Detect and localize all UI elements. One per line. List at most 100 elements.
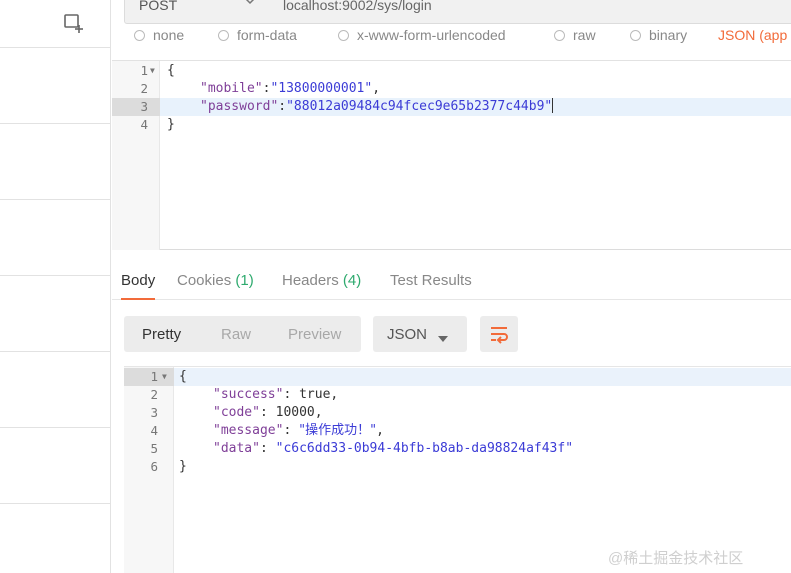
json-comma: , (372, 81, 381, 96)
json-sep: : (283, 387, 300, 402)
response-tabs: Body Cookies (1) Headers (4) Test Result… (112, 266, 791, 300)
fold-arrow-icon[interactable]: ▼ (150, 66, 155, 75)
active-line-highlight (174, 368, 791, 386)
caret-down-icon (437, 330, 449, 348)
line-number: 2 (150, 387, 158, 402)
body-type-raw[interactable]: raw (554, 27, 596, 43)
watermark: @稀土掘金技术社区 (608, 550, 744, 567)
json-sep: : (283, 423, 300, 438)
body-type-json[interactable]: JSON (app (718, 27, 787, 43)
sidebar-item[interactable] (0, 352, 110, 428)
body-type-none[interactable]: none (134, 27, 184, 43)
json-boolean: true (299, 387, 331, 402)
brace: } (179, 459, 187, 474)
radio-icon (338, 30, 349, 41)
sidebar-item[interactable] (0, 124, 110, 200)
pretty-button[interactable]: Pretty (142, 326, 181, 343)
view-mode-group: Pretty Raw Preview (124, 316, 361, 352)
line-number: 5 (150, 441, 158, 456)
json-comma: , (330, 387, 339, 402)
response-body-viewer[interactable]: 1 ▼ 2 3 4 5 6 { "success": true, "code":… (124, 366, 791, 573)
json-comma: , (314, 405, 323, 420)
json-string: "13800000001" (270, 81, 373, 96)
code-line: { (179, 368, 187, 386)
body-type-binary[interactable]: binary (630, 27, 687, 43)
json-key: "password" (200, 99, 279, 114)
body-type-form-data[interactable]: form-data (218, 27, 297, 43)
line-number: 3 (140, 99, 148, 114)
sidebar (0, 0, 111, 573)
wrap-lines-button[interactable] (480, 316, 518, 352)
code-line: } (179, 458, 187, 476)
tab-headers[interactable]: Headers (4) (282, 272, 361, 300)
json-comma: , (376, 423, 384, 438)
json-key: "code" (213, 405, 260, 420)
radio-icon (554, 30, 565, 41)
body-type-label: raw (573, 27, 596, 43)
sidebar-item[interactable] (0, 276, 110, 352)
line-number: 4 (140, 117, 148, 132)
format-label: JSON (387, 326, 428, 343)
json-sep: : (259, 405, 276, 420)
line-number: 4 (150, 423, 158, 438)
url-input[interactable]: localhost:9002/sys/login (269, 0, 791, 24)
json-string: "88012a09484c94fcec9e65b2377c44b9" (286, 99, 553, 114)
code-line: "data": "c6c6dd33-0b94-4bfb-b8ab-da98824… (213, 440, 573, 458)
raw-button[interactable]: Raw (221, 326, 251, 343)
code-line: "code": 10000, (213, 404, 323, 422)
json-string: "操作成功！" (299, 423, 377, 438)
chevron-down-icon (245, 0, 255, 11)
tab-label: Headers (282, 272, 339, 289)
body-type-urlencoded[interactable]: x-www-form-urlencoded (338, 27, 506, 43)
tab-cookies[interactable]: Cookies (1) (177, 272, 254, 300)
line-number: 1 (140, 63, 148, 78)
fold-arrow-icon[interactable]: ▼ (162, 372, 167, 381)
tab-body[interactable]: Body (121, 272, 156, 300)
new-tab-icon[interactable] (62, 12, 86, 34)
tab-label: Cookies (177, 272, 232, 289)
headers-count: (4) (342, 272, 362, 289)
tab-test-results[interactable]: Test Results (390, 272, 472, 300)
sidebar-item[interactable] (0, 200, 110, 276)
radio-icon (630, 30, 641, 41)
json-key: "data" (213, 441, 260, 456)
body-type-options: none form-data x-www-form-urlencoded raw… (112, 26, 791, 46)
sidebar-item[interactable] (0, 428, 110, 504)
json-key: "message" (213, 423, 284, 438)
radio-icon (134, 30, 145, 41)
body-type-label: x-www-form-urlencoded (357, 27, 506, 43)
body-type-label: none (153, 27, 185, 43)
line-number: 2 (140, 81, 148, 96)
line-number: 6 (150, 459, 158, 474)
line-number: 3 (150, 405, 158, 420)
body-type-label: form-data (237, 27, 297, 43)
code-line: "mobile":"13800000001", (200, 80, 380, 98)
format-select[interactable]: JSON (373, 316, 467, 352)
body-type-label: binary (649, 27, 688, 43)
json-sep: : (278, 99, 287, 114)
sidebar-item[interactable] (0, 504, 110, 573)
text-cursor (552, 98, 554, 113)
code-line: } (167, 116, 175, 134)
json-sep: : (259, 441, 276, 456)
cookies-count: (1) (235, 272, 254, 289)
request-body-editor[interactable]: 1 ▼ 2 3 4 { "mobile":"13800000001", "pas… (112, 60, 791, 250)
code-line: "success": true, (213, 386, 338, 404)
json-key: "mobile" (200, 81, 263, 96)
sidebar-header (0, 0, 110, 48)
code-line: { (167, 62, 175, 80)
brace: } (167, 117, 175, 132)
brace: { (179, 369, 187, 384)
sidebar-item[interactable] (0, 48, 110, 124)
url-text: localhost:9002/sys/login (283, 0, 432, 13)
json-string: "c6c6dd33-0b94-4bfb-b8ab-da98824af43f" (275, 441, 574, 456)
line-number: 1 (150, 369, 158, 384)
code-line: "password":"88012a09484c94fcec9e65b2377c… (200, 98, 554, 116)
method-select[interactable]: POST (124, 0, 270, 24)
brace: { (167, 63, 175, 78)
code-line: "message": "操作成功！", (213, 422, 384, 440)
tab-label: Test Results (390, 272, 472, 289)
json-key: "success" (213, 387, 284, 402)
preview-button[interactable]: Preview (288, 326, 341, 343)
tab-label: Body (121, 272, 156, 289)
